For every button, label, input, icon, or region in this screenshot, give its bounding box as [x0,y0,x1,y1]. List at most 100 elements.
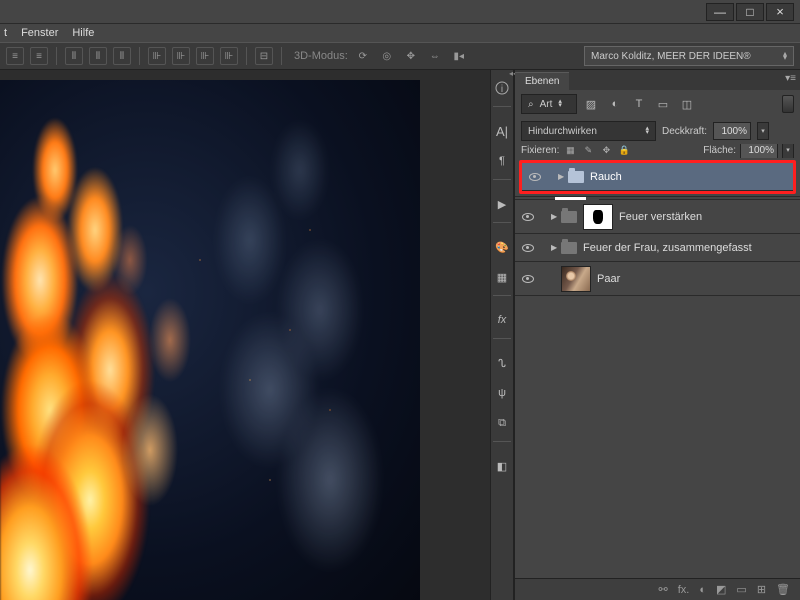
visibility-toggle[interactable] [519,213,537,221]
menu-item-truncated[interactable]: t [4,27,7,39]
delete-layer-icon[interactable]: 🗑 [776,583,790,596]
search-icon: ⌕ [528,99,534,110]
chevron-updown-icon: ▴▾ [783,52,787,60]
distribute-icon-3[interactable]: ⫴ [113,47,131,65]
layer-name: Feuer verstärken [619,211,702,223]
canvas-zone [0,70,490,600]
align-icon-2[interactable]: ≡ [30,47,48,65]
brush-settings-icon[interactable]: ψ [492,383,512,403]
new-group-icon[interactable]: ▭ [736,583,746,596]
roll-icon[interactable]: ◎ [378,47,396,65]
menu-bar: t Fenster Hilfe [0,24,800,42]
filter-pixel-icon[interactable]: ▨ [581,94,601,114]
filter-shape-icon[interactable]: ▭ [653,94,673,114]
distribute-icon-1[interactable]: ⫴ [65,47,83,65]
layer-name: Rauch [590,171,622,183]
add-mask-icon[interactable]: ◐ [699,584,706,596]
lock-pixels-icon[interactable]: ▦ [563,144,577,157]
maximize-button[interactable]: □ [736,3,764,21]
fx-icon[interactable]: fx. [678,584,690,596]
visibility-toggle[interactable] [526,173,544,181]
visibility-toggle[interactable] [519,275,537,283]
brush-panel-icon[interactable]: ᔐ [492,353,512,373]
layer-paar[interactable]: ▶ Paar [515,262,800,296]
disclosure-icon[interactable]: ▶ [551,243,561,252]
filter-kind-dropdown[interactable]: ⌕ Art ▴▾ [521,94,577,114]
separator [493,338,511,339]
info-panel-icon[interactable]: i [492,78,512,98]
lock-brush-icon[interactable]: ✎ [581,144,595,157]
close-button[interactable]: × [766,3,794,21]
character-panel-icon[interactable]: A| [492,121,512,141]
eye-icon [522,275,534,283]
folder-icon [561,211,577,223]
filter-toggle[interactable] [782,95,794,113]
menu-item-hilfe[interactable]: Hilfe [72,27,94,39]
pan-icon[interactable]: ✥ [402,47,420,65]
mask-thumbnail[interactable] [583,204,613,230]
panel-tabs: Ebenen ▾≡ [515,70,800,90]
visibility-toggle[interactable] [519,244,537,252]
panel-menu-icon[interactable]: ▾≡ [785,73,796,84]
styles-panel-icon[interactable]: fx [492,310,512,330]
distribute-icon-6[interactable]: ⊪ [196,47,214,65]
layer-group-feuer-frau[interactable]: ▶ Feuer der Frau, zusammengefasst [515,234,800,262]
opacity-value[interactable]: 100% [713,122,751,140]
blend-mode-value: Hindurchwirken [528,126,597,137]
fill-flyout-icon[interactable]: ▾ [782,144,794,158]
layer-group-feuer-verstaerken[interactable]: ▶ Feuer verstärken [515,200,800,234]
distribute-icon-7[interactable]: ⊪ [220,47,238,65]
layer-filter-row: ⌕ Art ▴▾ ▨ ◐ T ▭ ◫ [515,90,800,118]
adjustment-layer-icon[interactable]: ◩ [716,583,726,596]
separator [493,179,511,180]
opacity-label: Deckkraft: [662,126,707,137]
document-canvas[interactable] [0,80,420,600]
eye-icon [529,173,541,181]
separator [56,47,57,65]
folder-icon [561,242,577,254]
camera-icon[interactable]: ▮◂ [450,47,468,65]
layer-thumbnail[interactable] [561,266,591,292]
filter-adjust-icon[interactable]: ◐ [605,94,625,114]
separator [493,441,511,442]
auto-align-icon[interactable]: ⊟ [255,47,273,65]
clone-source-icon[interactable]: ⧉ [492,413,512,433]
minimize-button[interactable]: — [706,3,734,21]
link-layers-icon[interactable]: ⚯ [659,583,668,596]
play-panel-icon[interactable]: ▶ [492,194,512,214]
distribute-icon-4[interactable]: ⊪ [148,47,166,65]
distribute-icon-2[interactable]: ⫴ [89,47,107,65]
filter-type-icon[interactable]: T [629,94,649,114]
color-panel-icon[interactable]: 🎨 [492,237,512,257]
fill-value[interactable]: 100% [740,144,778,158]
orbit-icon[interactable]: ⟳ [354,47,372,65]
separator [493,222,511,223]
workspace-dropdown[interactable]: Marco Kolditz, MEER DER IDEEN® ▴▾ [584,46,794,66]
panel-icon-strip: ◂◂ i A| ¶ ▶ 🎨 ▦ fx ᔐ ψ ⧉ ◧ [490,70,514,600]
separator [493,106,511,107]
slide-icon[interactable]: ⇔ [426,47,444,65]
title-bar: — □ × [0,0,800,24]
paragraph-panel-icon[interactable]: ¶ [492,151,512,171]
filter-kind-label: Art [540,99,553,110]
layers-list: ▶ Feuer verstärken ▶ Feuer der Frau, zus… [515,200,800,578]
distribute-icon-5[interactable]: ⊪ [172,47,190,65]
lock-position-icon[interactable]: ✥ [599,144,613,157]
new-layer-icon[interactable]: ⊞ [757,583,766,596]
workspace-label: Marco Kolditz, MEER DER IDEEN® [591,51,751,62]
opacity-flyout-icon[interactable]: ▾ [757,122,769,140]
menu-item-fenster[interactable]: Fenster [21,27,58,39]
lock-all-icon[interactable]: 🔒 [617,144,631,157]
disclosure-icon[interactable]: ▶ [551,212,561,221]
layers-flyout-icon[interactable]: ◧ [492,456,512,476]
align-icon-1[interactable]: ≡ [6,47,24,65]
layers-panel: Ebenen ▾≡ ⌕ Art ▴▾ ▨ ◐ T ▭ ◫ Hindurchwir… [514,70,800,600]
layers-panel-footer: ⚯ fx. ◐ ◩ ▭ ⊞ 🗑 [515,578,800,600]
disclosure-icon[interactable]: ▶ [558,172,568,181]
filter-smart-icon[interactable]: ◫ [677,94,697,114]
swatches-panel-icon[interactable]: ▦ [492,267,512,287]
blend-mode-dropdown[interactable]: Hindurchwirken ▴▾ [521,121,656,141]
main-area: ◂◂ i A| ¶ ▶ 🎨 ▦ fx ᔐ ψ ⧉ ◧ Ebenen ▾≡ ⌕ A… [0,70,800,600]
layer-group-rauch[interactable]: ▶ Rauch [522,163,793,191]
tab-ebenen[interactable]: Ebenen [515,72,569,90]
